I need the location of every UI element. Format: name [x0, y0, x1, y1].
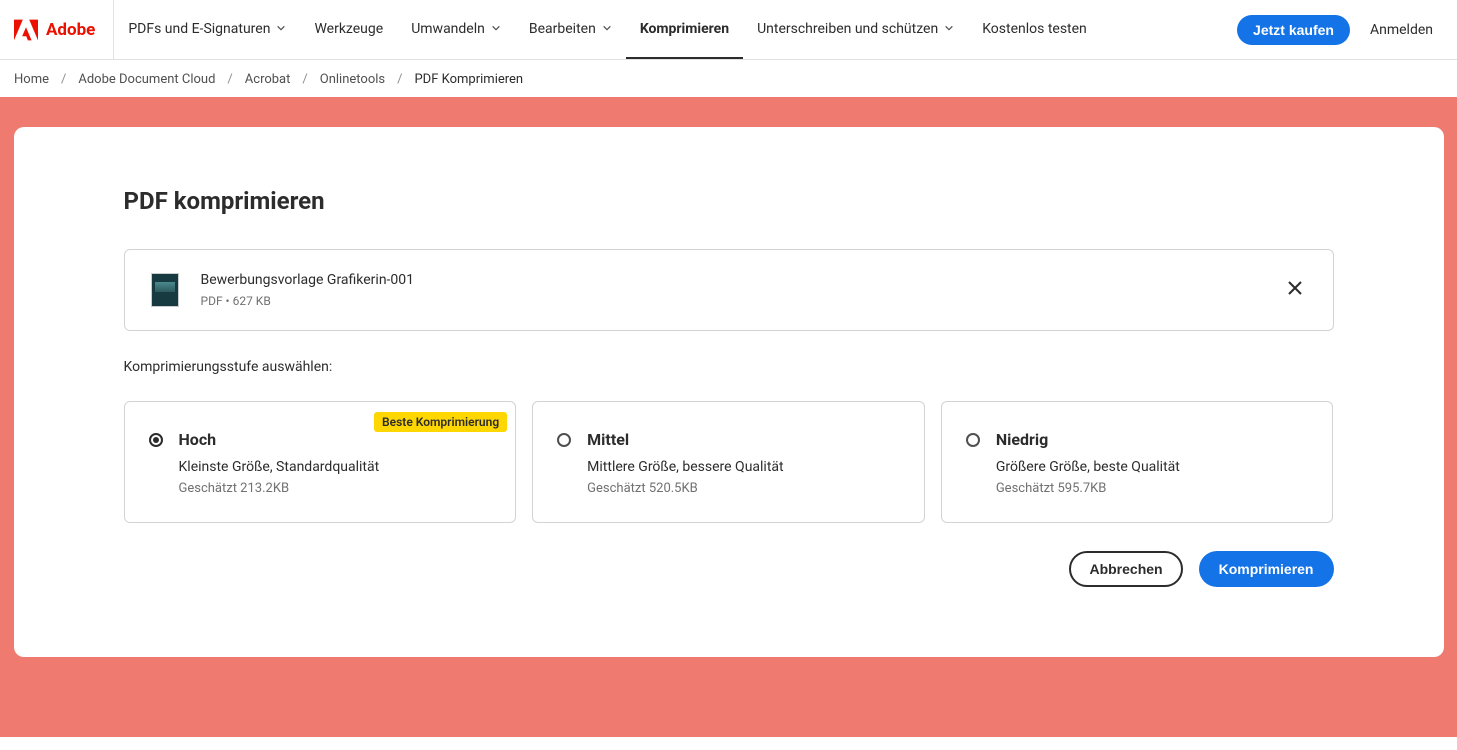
- option-estimate: Geschätzt 595.7KB: [996, 481, 1309, 496]
- buy-now-button[interactable]: Jetzt kaufen: [1237, 15, 1350, 45]
- compression-options: Beste KomprimierungHoch Kleinste Größe, S…: [124, 401, 1334, 523]
- breadcrumb-link[interactable]: Adobe Document Cloud: [78, 72, 215, 87]
- breadcrumb-current: PDF Komprimieren: [414, 72, 523, 87]
- best-compression-badge: Beste Komprimierung: [374, 412, 507, 432]
- nav-item-label: PDFs und E-Signaturen: [128, 21, 270, 37]
- nav-item-label: Kostenlos testen: [982, 21, 1087, 37]
- nav-item-label: Umwandeln: [411, 21, 485, 37]
- nav-right: Jetzt kaufen Anmelden: [1237, 15, 1443, 45]
- login-link[interactable]: Anmelden: [1370, 22, 1443, 38]
- option-title: Niedrig: [996, 430, 1309, 449]
- option-description: Mittlere Größe, bessere Qualität: [587, 459, 900, 475]
- option-estimate: Geschätzt 520.5KB: [587, 481, 900, 496]
- chevron-down-icon: [276, 21, 286, 37]
- file-size: PDF • 627 KB: [201, 294, 1261, 308]
- compression-select-label: Komprimierungsstufe auswählen:: [124, 359, 1334, 375]
- action-row: Abbrechen Komprimieren: [124, 551, 1334, 587]
- header: Adobe PDFs und E-Signaturen Werkzeuge Umwa…: [0, 0, 1457, 60]
- adobe-logo-icon: [14, 19, 38, 41]
- close-icon: [1287, 280, 1303, 300]
- radio-icon: [557, 433, 571, 447]
- nav-item-1[interactable]: Werkzeuge: [300, 0, 397, 59]
- file-thumbnail-icon: [151, 273, 179, 307]
- compression-option[interactable]: Mittel Mittlere Größe, bessere Qualität Ge…: [532, 401, 925, 523]
- nav-item-5[interactable]: Unterschreiben und schützen: [743, 0, 968, 59]
- option-estimate: Geschätzt 213.2KB: [179, 481, 492, 496]
- cancel-button[interactable]: Abbrechen: [1069, 551, 1182, 587]
- brand-name: Adobe: [46, 20, 95, 40]
- nav-item-6[interactable]: Kostenlos testen: [968, 0, 1101, 59]
- option-description: Größere Größe, beste Qualität: [996, 459, 1309, 475]
- file-name: Bewerbungsvorlage Grafikerin-001: [201, 272, 1261, 288]
- compression-option[interactable]: Beste KomprimierungHoch Kleinste Größe, S…: [124, 401, 517, 523]
- breadcrumb-separator: /: [302, 72, 307, 87]
- breadcrumb: Home / Adobe Document Cloud / Acrobat / Online…: [0, 60, 1457, 97]
- breadcrumb-separator: /: [397, 72, 402, 87]
- main-card: PDF komprimieren Bewerbungsvorlage Grafi…: [14, 127, 1444, 657]
- nav-item-label: Komprimieren: [640, 21, 729, 37]
- file-row: Bewerbungsvorlage Grafikerin-001 PDF • 6…: [124, 249, 1334, 331]
- breadcrumb-link[interactable]: Onlinetools: [320, 72, 385, 87]
- nav-item-3[interactable]: Bearbeiten: [515, 0, 626, 59]
- breadcrumb-separator: /: [61, 72, 66, 87]
- nav-item-label: Werkzeuge: [314, 21, 383, 37]
- nav-item-4[interactable]: Komprimieren: [626, 0, 743, 59]
- page-background: PDF komprimieren Bewerbungsvorlage Grafi…: [0, 97, 1457, 737]
- option-title: Mittel: [587, 430, 900, 449]
- remove-file-button[interactable]: [1283, 276, 1307, 305]
- nav-item-label: Bearbeiten: [529, 21, 596, 37]
- option-title: Hoch: [179, 430, 492, 449]
- breadcrumb-separator: /: [227, 72, 232, 87]
- breadcrumb-link[interactable]: Home: [14, 72, 49, 87]
- nav-item-2[interactable]: Umwandeln: [397, 0, 515, 59]
- main-nav: PDFs und E-Signaturen Werkzeuge Umwandeln B…: [113, 0, 1100, 59]
- nav-item-label: Unterschreiben und schützen: [757, 21, 938, 37]
- radio-icon: [149, 433, 163, 447]
- chevron-down-icon: [602, 21, 612, 37]
- radio-icon: [966, 433, 980, 447]
- file-meta: Bewerbungsvorlage Grafikerin-001 PDF • 6…: [201, 272, 1261, 308]
- brand-logo[interactable]: Adobe: [14, 19, 113, 41]
- option-description: Kleinste Größe, Standardqualität: [179, 459, 492, 475]
- chevron-down-icon: [491, 21, 501, 37]
- compress-button[interactable]: Komprimieren: [1199, 551, 1334, 587]
- page-title: PDF komprimieren: [124, 187, 1334, 215]
- breadcrumb-link[interactable]: Acrobat: [245, 72, 291, 87]
- nav-item-0[interactable]: PDFs und E-Signaturen: [114, 0, 300, 59]
- compression-option[interactable]: Niedrig Größere Größe, beste Qualität Gesc…: [941, 401, 1334, 523]
- chevron-down-icon: [944, 21, 954, 37]
